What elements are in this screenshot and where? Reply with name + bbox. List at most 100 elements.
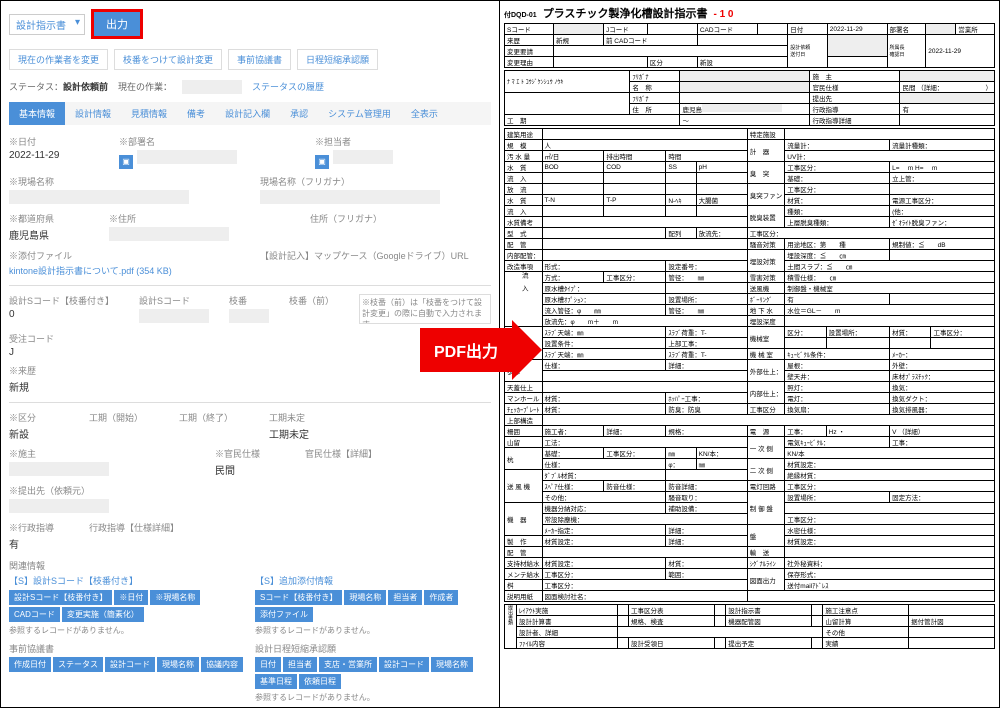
branch-change-button[interactable]: 枝番をつけて設計変更	[114, 49, 222, 70]
category-value: 新設	[9, 426, 69, 441]
pdf-output-arrow: PDF出力	[420, 320, 542, 380]
arrow-head-icon	[512, 320, 542, 380]
pdf-body-table: 建築用途特定施設 規 模人計 器流量計：流量計種類： 汚 水 量㎥/日排出時間時…	[504, 128, 995, 602]
tab-estimate[interactable]: 見積情報	[121, 102, 177, 125]
tag: 作成者	[424, 590, 458, 605]
tag: ※日付	[114, 590, 148, 605]
tag: 担当者	[388, 590, 422, 605]
tag: 現場名称	[431, 657, 473, 672]
schedule-approval-button[interactable]: 日程短縮承認願	[297, 49, 378, 70]
related-right-tags: Sコード【枝番付き】 現場名称 担当者 作成者 添付ファイル	[255, 590, 491, 622]
pdf-form-id: 付DQD-01	[504, 10, 537, 20]
pdf-name-table: ﾅ ﾏ ｴ ﾄ ｺｳｼﾞｹﾝｼｭｳ ﾉｳｷ ﾌﾘｶﾞﾅ 施 主 名 称 官民仕様…	[504, 70, 995, 126]
tag: 基準日程	[255, 674, 297, 689]
tag: 作成日付	[9, 657, 51, 672]
section2-left-title: 事前協議書	[9, 642, 245, 655]
spec-value: 民間	[215, 462, 285, 477]
section2-right-tags: 日付 担当者 支店・営業所 設計コード 現場名称 基準日程 依頼日程	[255, 657, 491, 689]
related-left-tags: 設計Sコード【枝番付き】 ※日付 ※現場名称 CADコード 変更実施（簡素化）	[9, 590, 245, 622]
category-label: ※区分	[9, 411, 69, 424]
tab-all[interactable]: 全表示	[401, 102, 448, 125]
tab-remarks[interactable]: 備考	[177, 102, 215, 125]
tab-approval[interactable]: 承認	[280, 102, 318, 125]
output-button[interactable]: 出力	[91, 9, 143, 39]
spec-detail-label: 官民仕様【詳細】	[305, 447, 491, 460]
section2-left-tags: 作成日付 ステータス 設計コード 現場名称 協議内容	[9, 657, 245, 672]
change-worker-button[interactable]: 現在の作業者を変更	[9, 49, 108, 70]
related-right-title: 【S】追加添付情報	[255, 574, 491, 587]
tab-bar: 基本情報 設計情報 見積情報 備考 設計記入欄 承認 システム管理用 全表示	[9, 102, 491, 125]
dept-value	[137, 150, 237, 164]
order-code-value: J	[9, 347, 491, 358]
user-icon: ▣	[315, 155, 329, 169]
pre-consultation-button[interactable]: 事前協議書	[228, 49, 291, 70]
site-kana-label: 現場名称（フリガナ）	[260, 175, 491, 188]
pref-label: ※都道府県	[9, 212, 89, 225]
no-records-2: 参照するレコードがありません。	[255, 692, 491, 703]
tab-system[interactable]: システム管理用	[318, 102, 401, 125]
tag: 担当者	[283, 657, 317, 672]
admin-value: 有	[9, 536, 69, 551]
pdf-preview: 付DQD-01 プラスチック製浄化槽設計指示書 - 1 0 Sコード Jコード …	[500, 1, 999, 707]
admin-detail-label: 行政指導【仕様詳細】	[89, 521, 491, 534]
attach-file-link[interactable]: kintone設計指示書について.pdf (354 KB)	[9, 264, 240, 277]
history-value: 新規	[9, 379, 491, 394]
status-label: ステータス：設計依頼前	[9, 80, 108, 94]
address-label: ※住所	[109, 212, 290, 225]
worker-value	[182, 80, 242, 94]
tag: 依頼日程	[299, 674, 341, 689]
submit-label: ※提出先（依頼元）	[9, 484, 491, 497]
scode-branch-label: 設計Sコード【枝番付き】	[9, 294, 119, 307]
site-kana-value	[260, 190, 440, 204]
tag: CADコード	[9, 607, 60, 622]
builder-value	[9, 462, 109, 476]
dept-label: ※部署名	[119, 135, 295, 148]
pdf-header-table: Sコード Jコード CADコード 日付2022-11-29 部署名営業所 来歴新…	[504, 23, 995, 68]
tag: 設計コード	[379, 657, 429, 672]
scode-branch-value: 0	[9, 309, 119, 320]
date-label: ※日付	[9, 135, 99, 148]
date-value: 2022-11-29	[9, 150, 99, 161]
scode-label: 設計Sコード	[139, 294, 209, 307]
branch-value	[229, 309, 269, 323]
arrow-label: PDF出力	[420, 328, 512, 372]
address-value	[109, 227, 229, 241]
pdf-footer-table: 提出書類ﾚｲｱｳﾄ実施工事区分表設計指示書施工注意点 設計計算書規格、検査機器配…	[504, 604, 995, 649]
period-undecided-label: 工期未定	[269, 411, 491, 424]
order-code-label: 受注コード	[9, 332, 491, 345]
tag: 変更実施（簡素化）	[62, 607, 144, 622]
attach-label: ※添付ファイル	[9, 249, 240, 262]
tag: 設計Sコード【枝番付き】	[9, 590, 112, 605]
history-label: ※来歴	[9, 364, 491, 377]
tab-design-entry[interactable]: 設計記入欄	[215, 102, 280, 125]
tag: 設計コード	[105, 657, 155, 672]
period-end-label: 工期（終了）	[179, 411, 249, 424]
branch-prev-label: 枝番（前）	[289, 294, 339, 307]
no-records-right: 参照するレコードがありません。	[255, 625, 491, 636]
tag: 日付	[255, 657, 281, 672]
related-title: 関連情報	[9, 559, 491, 572]
assignee-label: ※担当者	[315, 135, 491, 148]
tag: ※現場名称	[150, 590, 200, 605]
tab-design[interactable]: 設計情報	[65, 102, 121, 125]
output-type-dropdown[interactable]: 設計指示書	[9, 14, 85, 35]
status-history-link[interactable]: ステータスの履歴	[252, 80, 324, 94]
pdf-title-text: プラスチック製浄化槽設計指示書	[543, 5, 708, 21]
tag: 添付ファイル	[255, 607, 313, 622]
period-start-label: 工期（開始）	[89, 411, 159, 424]
submit-value	[9, 499, 109, 513]
tag: ステータス	[53, 657, 103, 672]
address-kana-label: 住所（フリガナ）	[310, 212, 491, 225]
scode-value	[139, 309, 209, 323]
no-records-left: 参照するレコードがありません。	[9, 625, 245, 636]
pdf-revision: - 1 0	[713, 9, 733, 20]
site-name-label: ※現場名称	[9, 175, 240, 188]
tag: 協議内容	[201, 657, 243, 672]
tab-basic[interactable]: 基本情報	[9, 102, 65, 125]
period-undecided-value: 工期未定	[269, 426, 491, 441]
spec-label: ※官民仕様	[215, 447, 285, 460]
related-left-title: 【S】設計Sコード【枝番付き】	[9, 574, 245, 587]
tag: Sコード【枝番付き】	[255, 590, 342, 605]
branch-label: 枝番	[229, 294, 269, 307]
tag: 現場名称	[157, 657, 199, 672]
